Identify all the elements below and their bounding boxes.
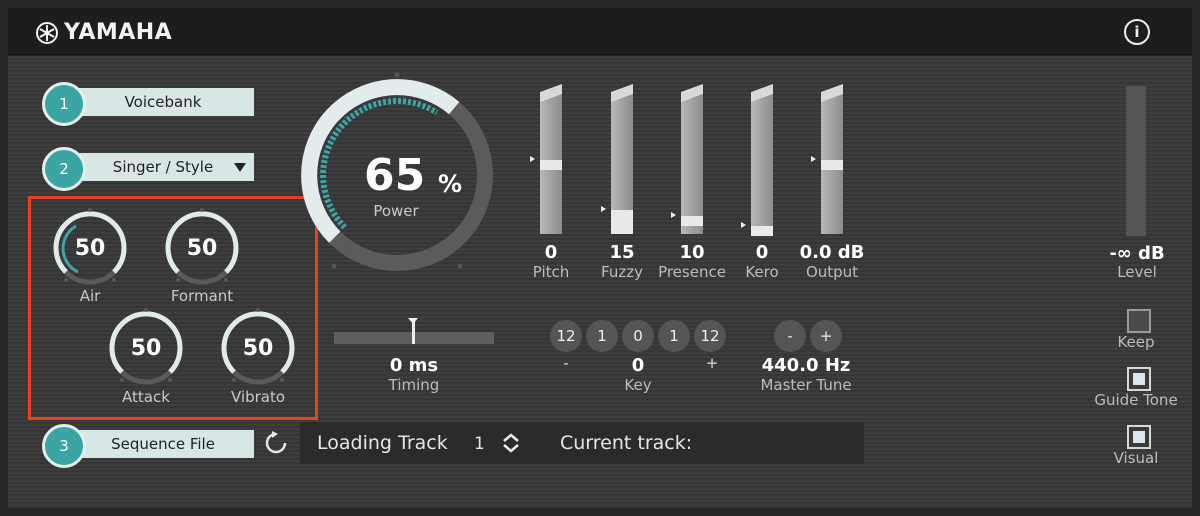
fader-thumb[interactable] xyxy=(540,160,562,170)
fader-presence[interactable] xyxy=(681,92,703,234)
power-unit: % xyxy=(438,170,463,198)
level-value: -∞ dB xyxy=(1109,243,1165,264)
fader-value: 0.0 dB xyxy=(799,242,865,263)
power-value: 65 xyxy=(364,150,426,201)
singer-style-selector[interactable]: Singer / Style 2 xyxy=(42,147,254,191)
brand-logo: YAMAHA xyxy=(36,20,172,45)
timing-label: Timing xyxy=(388,376,440,394)
level-label: Level xyxy=(1117,263,1157,281)
fader-thumb[interactable] xyxy=(611,210,633,234)
key-button-minus-12[interactable]: 12 xyxy=(550,320,582,352)
air-label: Air xyxy=(79,287,101,305)
step-2-badge: 2 xyxy=(42,147,86,191)
fader-marker-icon xyxy=(530,156,535,162)
vibrato-label: Vibrato xyxy=(230,388,286,406)
fader-value: 0 xyxy=(544,242,558,263)
track-bar: Loading Track 1 Current track: xyxy=(300,422,864,464)
reload-icon[interactable] xyxy=(264,431,288,455)
visual-label: Visual xyxy=(1113,449,1159,467)
track-stepper-icon[interactable] xyxy=(502,433,520,453)
tune-minus-button[interactable]: - xyxy=(774,320,806,352)
fader-label: Output xyxy=(805,263,859,281)
plugin-window: YAMAHA i Voicebank 1 Singer / Style 2 50… xyxy=(0,0,1200,516)
power-label: Power xyxy=(373,202,419,220)
timing-slider[interactable] xyxy=(334,318,494,344)
brand-name: YAMAHA xyxy=(64,20,173,45)
key-minus-label: - xyxy=(563,354,569,372)
sequence-file-label: Sequence File xyxy=(111,435,215,453)
tune-value: 440.0 Hz xyxy=(761,355,851,376)
info-icon[interactable]: i xyxy=(1124,19,1150,45)
fader-marker-icon xyxy=(741,222,746,228)
guide-tone-label: Guide Tone xyxy=(1094,391,1178,409)
tune-plus-button[interactable]: + xyxy=(810,320,842,352)
vibrato-value: 50 xyxy=(242,336,274,361)
fader-thumb[interactable] xyxy=(751,226,773,236)
dropdown-arrow-icon xyxy=(234,163,246,172)
key-button-minus-1[interactable]: 1 xyxy=(586,320,618,352)
fader-marker-icon xyxy=(601,206,606,212)
header-bar: YAMAHA i xyxy=(8,8,1192,55)
key-value: 0 xyxy=(631,355,645,376)
fader-label: Pitch xyxy=(532,263,570,281)
yamaha-tuning-fork-icon xyxy=(36,21,58,44)
key-button-plus-1[interactable]: 1 xyxy=(658,320,690,352)
guide-tone-checkbox[interactable] xyxy=(1127,367,1151,391)
fader-thumb[interactable] xyxy=(821,160,843,170)
attack-label: Attack xyxy=(122,388,170,406)
singer-style-label: Singer / Style xyxy=(112,158,214,176)
formant-value: 50 xyxy=(186,236,218,261)
voicebank-button[interactable]: Voicebank xyxy=(72,88,254,116)
step-3-badge: 3 xyxy=(42,424,86,468)
voicebank-label: Voicebank xyxy=(124,93,202,111)
singer-style-dropdown[interactable]: Singer / Style xyxy=(72,153,254,181)
sequence-file-button[interactable]: Sequence File xyxy=(72,430,254,458)
attack-value: 50 xyxy=(130,336,162,361)
air-value: 50 xyxy=(74,236,106,261)
fader-marker-icon xyxy=(671,212,676,218)
formant-label: Formant xyxy=(170,287,234,305)
key-button-reset[interactable]: 0 xyxy=(622,320,654,352)
fader-thumb[interactable] xyxy=(681,216,703,226)
timing-marker-icon xyxy=(408,318,418,324)
keep-checkbox[interactable] xyxy=(1127,309,1151,333)
loading-track-value: 1 xyxy=(474,434,485,454)
keep-label: Keep xyxy=(1117,333,1155,351)
key-label: Key xyxy=(624,376,652,394)
timing-value: 0 ms xyxy=(389,355,439,376)
tune-label: Master Tune xyxy=(760,376,852,394)
loading-track-label: Loading Track xyxy=(317,432,448,454)
key-button-plus-12[interactable]: 12 xyxy=(694,320,726,352)
step-1-badge: 1 xyxy=(42,82,86,126)
fader-kero[interactable] xyxy=(751,92,773,234)
sequence-file-selector[interactable]: Sequence File 3 xyxy=(42,424,254,468)
fader-marker-icon xyxy=(811,156,816,162)
key-plus-label: + xyxy=(705,354,719,372)
level-meter xyxy=(1126,86,1146,236)
visual-checkbox[interactable] xyxy=(1127,425,1151,449)
current-track-label: Current track: xyxy=(560,432,693,454)
voicebank-selector[interactable]: Voicebank 1 xyxy=(42,82,254,126)
